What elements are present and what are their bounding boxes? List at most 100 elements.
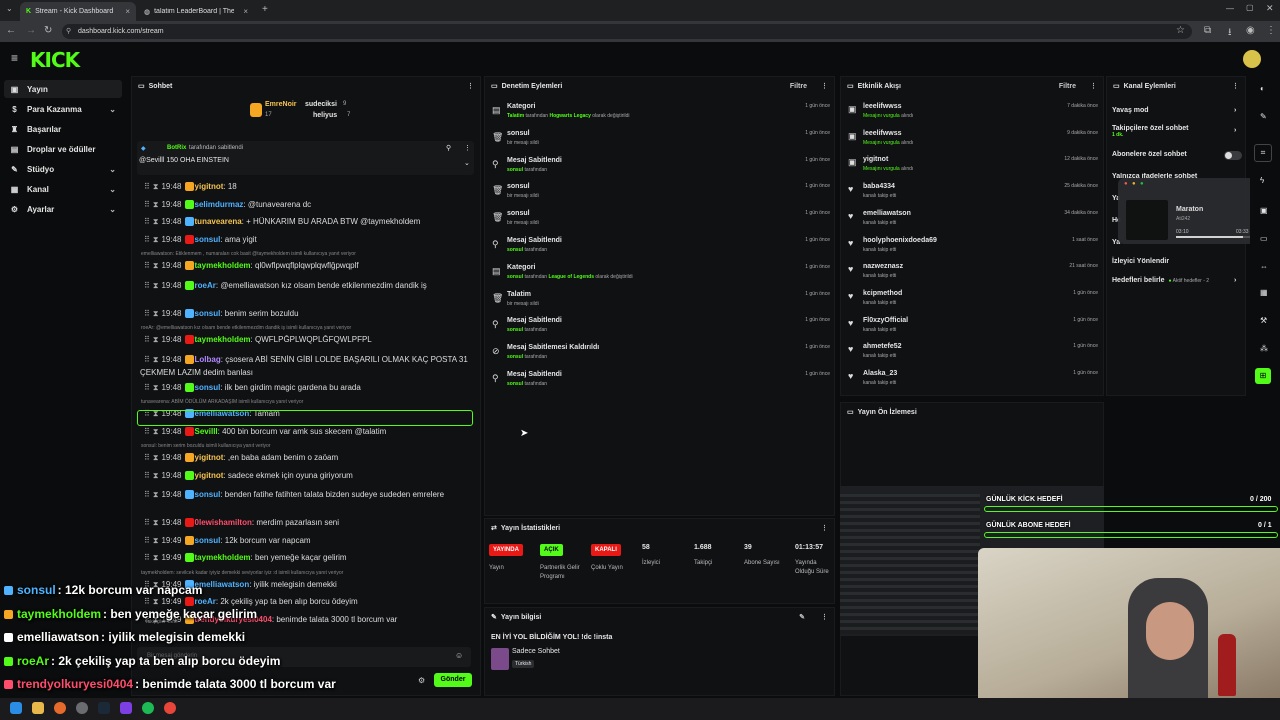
activity-row[interactable]: ♥ Alaska_23 kanalı takip etti 1 gün önce (846, 368, 1098, 394)
chat-message[interactable]: ⠿ ⧗ 19:49 sonsul: 12k borcum var napcam (140, 536, 470, 546)
send-button[interactable]: Gönder (434, 673, 472, 687)
url-input[interactable]: ⚲ dashboard.kick.com/stream (62, 24, 1192, 39)
moderation-row[interactable]: 🗑 sonsul bir mesajı sildi 1 gün önce (490, 129, 830, 155)
obs-icon[interactable] (76, 702, 88, 714)
sidebar-item-para-kazanma[interactable]: $ Para Kazanma ⌄ (4, 100, 122, 118)
message-username[interactable]: yigitnot (195, 182, 224, 191)
chat-message[interactable]: ⠿ ⧗ 19:48 yigitnot: ,en baba adam benim o z… (140, 453, 470, 463)
chat-message[interactable]: ⠿ ⧗ 19:49 roeAr: 2k çekiliş yap ta ben alıp… (140, 597, 470, 607)
extensions-icon[interactable]: ⧉ (1204, 25, 1211, 36)
close-tab-icon[interactable]: × (243, 7, 248, 16)
activity-row[interactable]: ♥ emelliawatson kanalı takip etti 34 dakika… (846, 208, 1098, 234)
message-username[interactable]: selimdurmaz (195, 200, 244, 209)
sidebar-item-basarilar[interactable]: ♜ Başarılar (4, 120, 122, 138)
activity-row[interactable]: ♥ nazweznasz kanalı takip etti 21 saat önce (846, 261, 1098, 287)
chat-message[interactable]: ⠿ ⧗ 19:48 yigitnot: 18 (140, 182, 470, 192)
activity-user[interactable]: Alaska_23 (863, 370, 897, 377)
activity-filter-button[interactable]: Filtre (1059, 83, 1076, 90)
minimize-window-icon[interactable]: — (1226, 4, 1234, 13)
raid-row[interactable]: İzleyici Yönlendir (1112, 258, 1242, 265)
pinned-menu-icon[interactable]: ⋮ (464, 144, 471, 152)
bookmark-star-icon[interactable]: ☆ (1176, 25, 1185, 36)
forward-icon[interactable]: → (26, 25, 36, 36)
chat-menu-icon[interactable]: ⋮ (467, 82, 474, 90)
activity-user[interactable]: emelliawatson (863, 210, 911, 217)
crop-icon[interactable]: ⌗ (1254, 144, 1272, 162)
twitch-icon[interactable] (120, 702, 132, 714)
moderation-row[interactable]: ⚲ Mesaj Sabitlendi sonsul tarafından 1 gün … (490, 236, 830, 262)
track-progress-bar[interactable] (1176, 236, 1252, 238)
edit-layout-icon[interactable]: ✎ (1260, 112, 1267, 121)
chat-message[interactable]: ⠿ ⧗ 19:48 yigitnot: sadece ekmek için oyuna… (140, 471, 470, 481)
moderation-filter-button[interactable]: Filtre (790, 83, 807, 90)
goals-row[interactable]: Hedefleri belirle ● Aktif hedefler - 2 › (1112, 277, 1242, 284)
site-info-icon[interactable]: ⚲ (66, 24, 71, 39)
pin-icon[interactable]: ⚲ (446, 144, 451, 152)
sidebar-item-studyo[interactable]: ✎ Stüdyo ⌄ (4, 160, 122, 178)
lightning-icon[interactable]: ϟ (1260, 176, 1264, 185)
screen-icon[interactable]: ▭ (1260, 234, 1268, 243)
chat-message[interactable]: ⠿ ⧗ 19:48 sonsul: benden fatihe fatihten ta… (140, 488, 470, 501)
slow-mode-row[interactable]: Yavaş mod › (1112, 107, 1242, 114)
reload-icon[interactable]: ↻ (44, 25, 52, 36)
sidebar-item-ayarlar[interactable]: ⚙ Ayarlar ⌄ (4, 200, 122, 218)
chat-message[interactable]: ⠿ ⧗ 19:48 selimdurmaz: @tunavearena dc (140, 200, 470, 210)
message-username[interactable]: taymekholdem (195, 261, 251, 270)
message-username[interactable]: Lolbag (195, 355, 221, 364)
message-username[interactable]: sonsul (195, 383, 221, 392)
message-username[interactable]: sonsul (195, 235, 221, 244)
downloads-icon[interactable]: ⭳ (1228, 25, 1232, 42)
activity-row[interactable]: ♥ baba4334 kanalı takip etti 25 dakika önce (846, 181, 1098, 207)
message-username[interactable]: sonsul (195, 490, 221, 499)
emoji-icon[interactable]: ☺ (455, 651, 463, 660)
message-username[interactable]: tunavearena (195, 217, 242, 226)
activity-user[interactable]: hoolyphoenixdoeda69 (863, 237, 937, 244)
moderation-row[interactable]: ▤ Kategori Talatim tarafından Hogwarts Leg… (490, 102, 830, 128)
message-username[interactable]: yigitnot (195, 453, 224, 462)
new-tab-icon[interactable]: + (262, 4, 268, 15)
activity-user[interactable]: kcipmethod (863, 290, 902, 297)
activity-user[interactable]: Fl0xzyOfficial (863, 317, 908, 324)
followers-only-row[interactable]: Takipçilere özel sohbet 1 dk. › (1112, 125, 1242, 138)
sidebar-item-droplar[interactable]: ▤ Droplar ve ödüller (4, 140, 122, 158)
activity-row[interactable]: ♥ Fl0xzyOfficial kanalı takip etti 1 gün ön… (846, 315, 1098, 341)
activity-user[interactable]: yigitnot (863, 156, 888, 163)
activity-row[interactable]: ▣ leeelifwwss Mesajını vurgula alındı 9 dak… (846, 128, 1098, 154)
window-minimize-dot-icon[interactable]: ● (1132, 181, 1136, 187)
chat-message[interactable]: ⠿ ⧗ 19:48 roeAr: @emelliawatson kız olsam b… (140, 279, 470, 292)
stream-info-menu-icon[interactable]: ⋮ (821, 613, 828, 621)
sidebar-item-yayin[interactable]: ▣ Yayın (4, 80, 122, 98)
message-username[interactable]: Sevilll (195, 427, 218, 436)
close-window-icon[interactable]: ✕ (1266, 3, 1274, 14)
moderation-row[interactable]: ▤ Kategori sonsul tarafından League of Leg… (490, 263, 830, 289)
windows-start-icon[interactable] (10, 702, 22, 714)
browser-tab-leaderboard[interactable]: ◍ talatim LeaderBoard | The best × (138, 2, 254, 21)
moderation-row[interactable]: 🗑 sonsul bir mesajı sildi 1 gün önce (490, 182, 830, 208)
activity-user[interactable]: leeelifwwss (863, 130, 902, 137)
browser-menu-icon[interactable]: ⋮ (1266, 25, 1276, 36)
edit-stream-info-icon[interactable]: ✎ (799, 613, 805, 621)
layers-icon[interactable]: ▣ (1260, 206, 1268, 215)
firefox-icon[interactable] (54, 702, 66, 714)
close-tab-icon[interactable]: × (125, 7, 130, 16)
maximize-window-icon[interactable]: ▢ (1246, 3, 1254, 12)
moderation-row[interactable]: 🗑 Talatim bir mesajı sildi 1 gün önce (490, 290, 830, 316)
browser-tab-kick-dashboard[interactable]: K Stream - Kick Dashboard × (20, 2, 136, 21)
add-widget-icon[interactable]: ⊞ (1255, 368, 1271, 384)
chat-message[interactable]: ⠿ ⧗ 19:48 sonsul: benim serim bozuldu (140, 309, 470, 319)
toolbar-toggle-icon[interactable]: ◐ (1260, 84, 1265, 93)
hamburger-menu-icon[interactable]: ≡ (11, 51, 18, 65)
activity-row[interactable]: ▣ yigitnot Mesajını vurgula alındı 12 dakik… (846, 154, 1098, 180)
message-username[interactable]: sonsul (195, 309, 221, 318)
profile-icon[interactable]: ◉ (1246, 25, 1255, 36)
back-icon[interactable]: ← (6, 25, 16, 36)
message-username[interactable]: yigitnot (195, 471, 224, 480)
file-explorer-icon[interactable] (32, 702, 44, 714)
activity-row[interactable]: ▣ leeelifwwss Mesajını vurgula alındı 7 dak… (846, 101, 1098, 127)
message-username[interactable]: 0lewishamilton (195, 518, 252, 527)
activity-row[interactable]: ♥ ahmetefe52 kanalı takip etti 1 gün önce (846, 341, 1098, 367)
subscribers-only-toggle[interactable] (1224, 151, 1242, 160)
activity-menu-icon[interactable]: ⋮ (1090, 82, 1097, 90)
message-username[interactable]: emelliawatson (195, 580, 250, 589)
moderation-row[interactable]: ⊘ Mesaj Sabitlemesi Kaldırıldı sonsul tara… (490, 343, 830, 369)
